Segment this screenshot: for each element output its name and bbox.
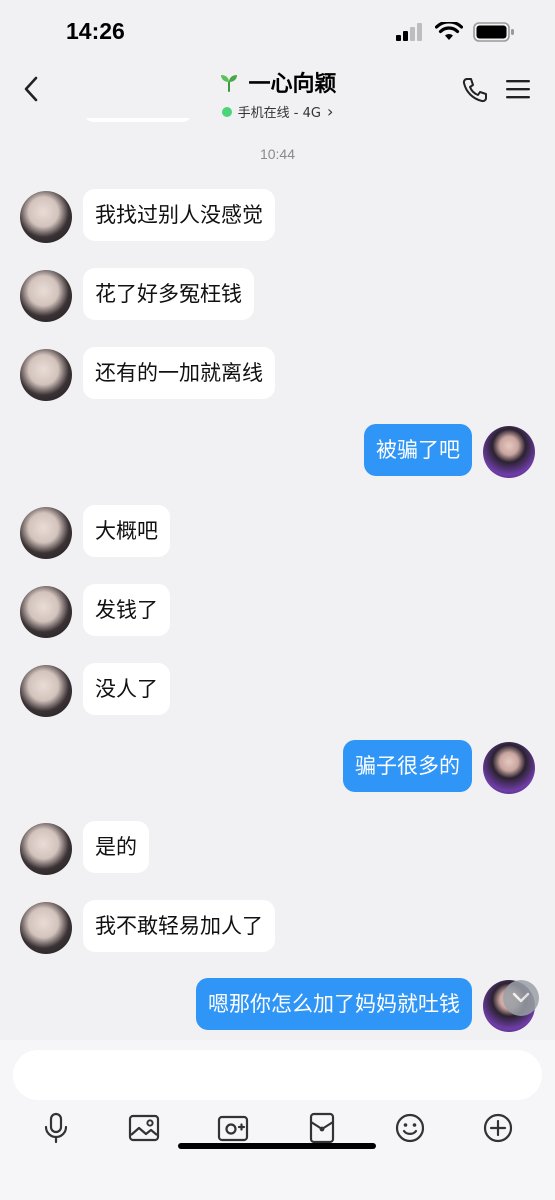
my-avatar[interactable] [483,426,535,478]
signal-icon [396,23,422,41]
message-row: 被骗了吧 [0,424,555,480]
home-indicator[interactable] [178,1143,376,1149]
battery-icon [473,22,514,42]
message-bubble[interactable]: 我不敢轻易加人了 [83,900,275,952]
camera-icon [217,1115,249,1142]
input-toolbar [0,1108,555,1148]
message-row: 还有的一加就离线 [0,347,555,403]
contact-avatar[interactable] [20,823,72,875]
microphone-icon [44,1112,68,1144]
sprout-icon [221,75,238,92]
message-row: 嗯那你怎么加了妈妈就吐钱 [0,978,555,1034]
message-row: 没人了 [0,663,555,719]
message-bubble[interactable]: 骗子很多的 [343,740,472,792]
message-row: 骗子很多的 [0,740,555,796]
contact-avatar[interactable] [20,507,72,559]
message-bubble[interactable]: 发钱了 [83,584,170,636]
contact-avatar[interactable] [20,270,72,322]
image-icon [128,1114,160,1142]
message-row: 我找过别人没感觉 [0,189,555,245]
wifi-icon [435,22,463,40]
input-panel [0,1040,555,1200]
partial-message-bubble [84,118,192,122]
message-bubble[interactable]: 没人了 [83,663,170,715]
hamburger-menu-icon [506,80,530,99]
contact-name: 一心向颖 [248,71,337,96]
chevron-down-icon [512,992,530,1003]
status-bar: 14:26 [0,0,555,62]
chat-messages[interactable]: 10:44 我找过别人没感觉 花了好多冤枉钱 还有的一加就离线 被骗了吧 大概吧… [0,118,555,1040]
camera-button[interactable] [213,1108,253,1148]
phone-call-button[interactable] [461,76,489,104]
message-bubble[interactable]: 大概吧 [83,505,170,557]
status-icons [395,22,515,42]
contact-avatar[interactable] [20,902,72,954]
contact-avatar[interactable] [20,665,72,717]
more-button[interactable] [478,1108,518,1148]
emoji-button[interactable] [390,1108,430,1148]
contact-avatar[interactable] [20,349,72,401]
contact-avatar[interactable] [20,586,72,638]
message-bubble[interactable]: 被骗了吧 [364,424,472,476]
plus-icon [483,1113,513,1143]
message-row: 发钱了 [0,584,555,640]
online-dot [221,106,232,117]
message-timestamp: 10:44 [259,146,296,162]
message-bubble[interactable]: 花了好多冤枉钱 [83,268,254,320]
scroll-to-bottom-button[interactable] [503,980,539,1016]
contact-avatar[interactable] [20,191,72,243]
message-bubble[interactable]: 我找过别人没感觉 [83,189,275,241]
message-row: 是的 [0,821,555,877]
red-packet-button[interactable] [302,1108,342,1148]
message-bubble[interactable]: 还有的一加就离线 [83,347,275,399]
message-bubble[interactable]: 是的 [83,821,149,873]
chat-title: 一心向颖 [218,66,337,98]
status-time: 14:26 [66,18,125,44]
chat-header: 一心向颖 手机在线 - 4G › [0,62,555,121]
emoji-icon [395,1113,425,1143]
image-button[interactable] [124,1108,164,1148]
phone-icon [462,78,487,103]
message-bubble[interactable]: 嗯那你怎么加了妈妈就吐钱 [196,978,472,1030]
voice-button[interactable] [36,1108,76,1148]
message-input[interactable] [13,1050,542,1100]
message-row: 我不敢轻易加人了 [0,900,555,956]
message-row: 大概吧 [0,505,555,561]
message-row: 花了好多冤枉钱 [0,268,555,324]
menu-button[interactable] [505,78,531,100]
red-packet-icon [309,1112,335,1144]
my-avatar[interactable] [483,742,535,794]
